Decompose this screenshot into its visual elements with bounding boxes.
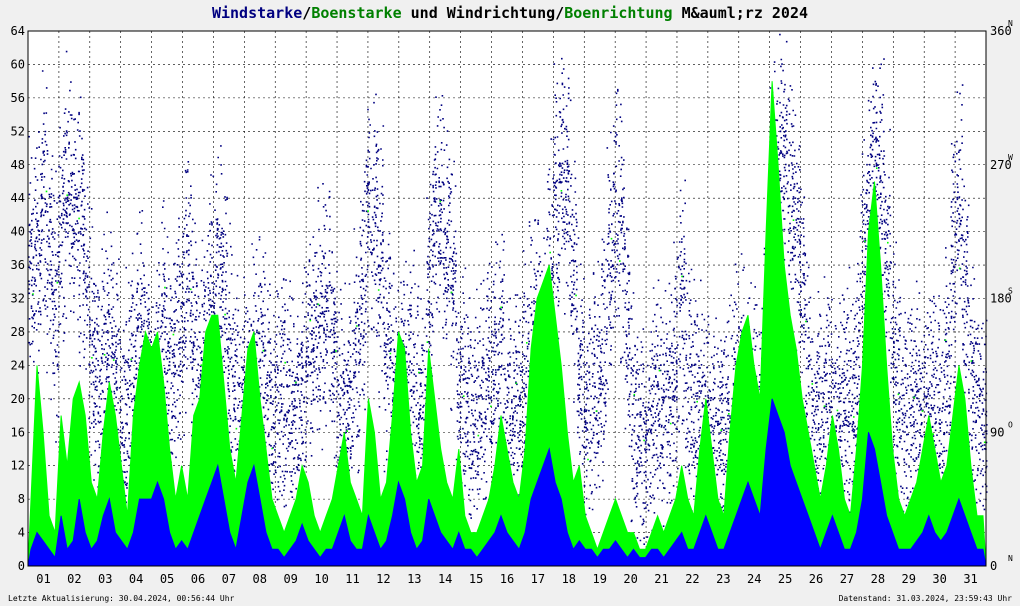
footer-last-update: Letzte Aktualisierung: 30.04.2024, 00:56… [8, 594, 235, 603]
x-tick-label-29: 29 [902, 572, 916, 586]
x-tick-label-11: 11 [345, 572, 359, 586]
title-month: M&auml;rz 2024 [673, 4, 808, 22]
wind-chart: 0481216202428323640444852566064 0N90O180… [0, 0, 1020, 606]
title-boenstarke: Boenstarke [311, 4, 401, 22]
right-tick-label-1: 90 [990, 425, 1004, 439]
x-tick-label-13: 13 [407, 572, 421, 586]
x-tick-label-09: 09 [283, 572, 297, 586]
footer-data-status: Datenstand: 31.03.2024, 23:59:43 Uhr [839, 594, 1013, 603]
left-tick-label-4: 16 [11, 425, 25, 439]
x-tick-label-08: 08 [253, 572, 267, 586]
x-tick-label-14: 14 [438, 572, 452, 586]
left-tick-label-16: 64 [11, 24, 25, 38]
x-tick-label-12: 12 [376, 572, 390, 586]
chart-title: Windstarke/Boenstarke und Windrichtung/B… [212, 4, 808, 22]
x-tick-label-06: 06 [191, 572, 205, 586]
left-tick-label-5: 20 [11, 392, 25, 406]
compass-label-4: N [1008, 19, 1013, 28]
compass-label-0: N [1008, 554, 1013, 563]
left-tick-label-8: 32 [11, 292, 25, 306]
x-tick-label-16: 16 [500, 572, 514, 586]
x-tick-label-26: 26 [809, 572, 823, 586]
x-tick-label-25: 25 [778, 572, 792, 586]
title-boenrichtung: Boenrichtung [564, 4, 672, 22]
right-tick-label-0: 0 [990, 559, 997, 573]
x-tick-label-15: 15 [469, 572, 483, 586]
left-tick-label-0: 0 [18, 559, 25, 573]
x-tick-label-17: 17 [531, 572, 545, 586]
x-tick-label-18: 18 [562, 572, 576, 586]
x-tick-label-04: 04 [129, 572, 143, 586]
compass-label-3: W [1008, 153, 1013, 162]
title-windstarke: Windstarke [212, 4, 302, 22]
title-windrichtung: und Windrichtung [402, 4, 556, 22]
x-tick-label-23: 23 [716, 572, 730, 586]
x-tick-label-27: 27 [840, 572, 854, 586]
left-tick-label-14: 56 [11, 91, 25, 105]
x-tick-label-03: 03 [98, 572, 112, 586]
x-tick-label-05: 05 [160, 572, 174, 586]
x-tick-label-21: 21 [654, 572, 668, 586]
left-tick-label-11: 44 [11, 191, 25, 205]
title-sep2: / [555, 4, 564, 22]
x-tick-label-24: 24 [747, 572, 761, 586]
x-tick-label-28: 28 [871, 572, 885, 586]
x-tick-label-31: 31 [963, 572, 977, 586]
x-tick-label-22: 22 [685, 572, 699, 586]
left-tick-label-6: 24 [11, 358, 25, 372]
x-tick-label-20: 20 [623, 572, 637, 586]
x-tick-label-19: 19 [592, 572, 606, 586]
left-tick-label-13: 52 [11, 124, 25, 138]
x-tick-label-30: 30 [932, 572, 946, 586]
x-tick-label-02: 02 [67, 572, 81, 586]
left-tick-label-7: 28 [11, 325, 25, 339]
left-tick-label-1: 4 [18, 526, 25, 540]
left-tick-label-10: 40 [11, 225, 25, 239]
left-tick-label-15: 60 [11, 57, 25, 71]
left-tick-label-12: 48 [11, 158, 25, 172]
x-tick-label-01: 01 [36, 572, 50, 586]
title-sep1: / [302, 4, 311, 22]
left-tick-label-9: 36 [11, 258, 25, 272]
compass-label-1: O [1008, 420, 1013, 429]
compass-label-2: S [1008, 287, 1013, 296]
left-tick-label-3: 12 [11, 459, 25, 473]
left-tick-label-2: 8 [18, 492, 25, 506]
x-tick-label-07: 07 [222, 572, 236, 586]
x-tick-label-10: 10 [314, 572, 328, 586]
